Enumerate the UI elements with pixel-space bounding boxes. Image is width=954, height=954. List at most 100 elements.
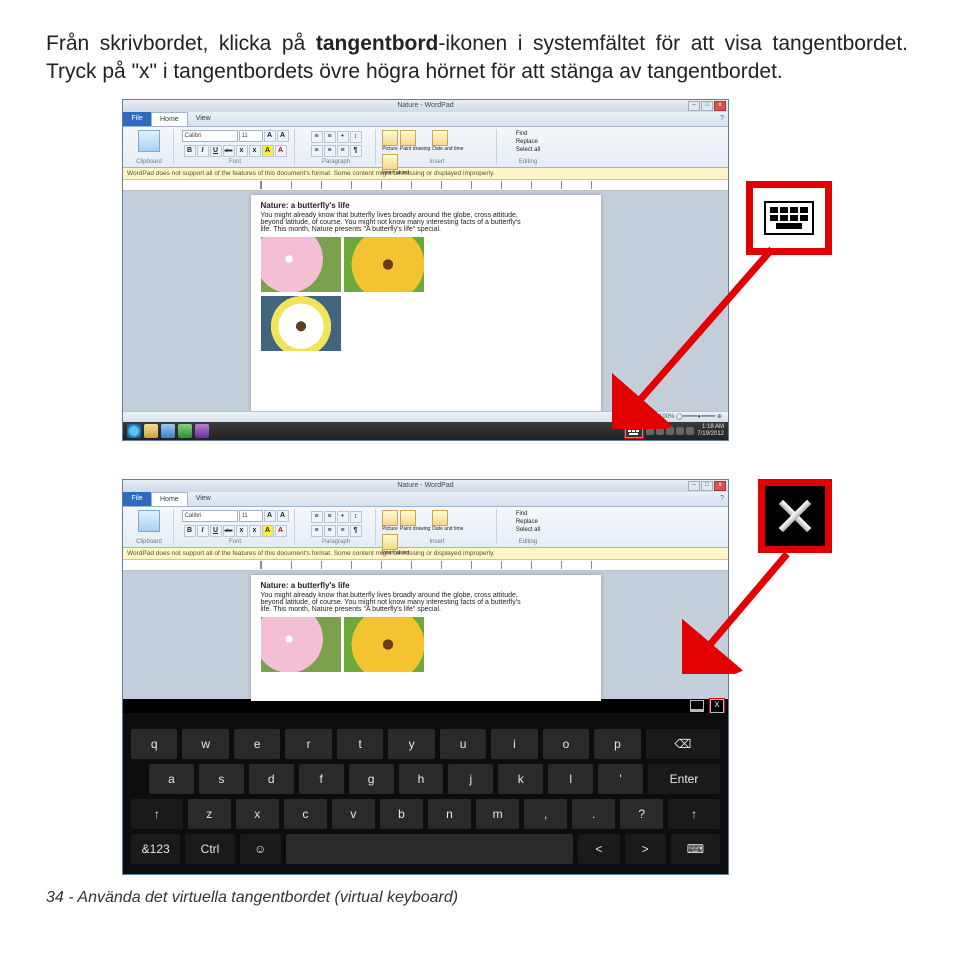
key-backspace[interactable]: ⌫ [646,729,720,759]
tray-icon[interactable] [666,427,674,435]
find-button[interactable]: Find [516,130,540,138]
key-w[interactable]: w [182,729,228,759]
key-question[interactable]: ? [620,799,663,829]
superscript-button[interactable]: x [249,525,261,537]
font-size-input[interactable]: 11 [239,130,263,142]
key-r[interactable]: r [285,729,331,759]
taskbar-clock[interactable]: 1:18 AM 7/19/2012 [697,424,724,438]
tab-view[interactable]: View [188,112,219,126]
tray-icon[interactable] [676,427,684,435]
taskbar-ie-icon[interactable] [127,424,141,438]
key-t[interactable]: t [337,729,383,759]
key-v[interactable]: v [332,799,375,829]
find-button[interactable]: Find [516,510,540,518]
grow-font-icon[interactable]: A [264,510,276,522]
file-tab[interactable]: File [123,492,151,506]
key-f[interactable]: f [299,764,344,794]
file-tab[interactable]: File [123,112,151,126]
close-button[interactable]: x [714,481,726,491]
insert-date-icon[interactable] [432,130,448,146]
key-y[interactable]: y [388,729,434,759]
key-h[interactable]: h [399,764,444,794]
key-period[interactable]: . [572,799,615,829]
selectall-button[interactable]: Select all [516,146,540,154]
font-name-input[interactable]: Calibri [182,130,238,142]
grow-font-icon[interactable]: A [264,130,276,142]
font-name-input[interactable]: Calibri [182,510,238,522]
highlight-button[interactable]: A [262,525,274,537]
highlight-button[interactable]: A [262,145,274,157]
italic-button[interactable]: I [197,145,209,157]
fontcolor-button[interactable]: A [275,525,287,537]
align-right-icon[interactable]: ≡ [337,145,349,157]
replace-button[interactable]: Replace [516,138,540,146]
superscript-button[interactable]: x [249,145,261,157]
insert-picture-icon[interactable] [382,130,398,146]
osk-close-icon[interactable]: x [710,699,724,713]
keyboard-tray-icon[interactable] [625,424,643,438]
minimize-button[interactable]: – [688,481,700,491]
key-comma[interactable]: , [524,799,567,829]
key-space[interactable] [286,834,574,864]
linespacing-icon[interactable]: ↕ [350,131,362,143]
indent-dec-icon[interactable]: ≡ [311,131,323,143]
fontcolor-button[interactable]: A [275,145,287,157]
align-center-icon[interactable]: ≡ [324,145,336,157]
key-a[interactable]: a [149,764,194,794]
indent-inc-icon[interactable]: ≡ [324,131,336,143]
key-n[interactable]: n [428,799,471,829]
key-m[interactable]: m [476,799,519,829]
document-area[interactable]: Nature: a butterfly's life You might alr… [123,571,728,701]
key-g[interactable]: g [349,764,394,794]
key-q[interactable]: q [131,729,177,759]
key-kbdlayout[interactable]: ⌨ [671,834,720,864]
strike-button[interactable]: abc [223,525,235,537]
key-numsym[interactable]: &123 [131,834,180,864]
maximize-button[interactable]: □ [701,481,713,491]
tab-home[interactable]: Home [151,112,188,126]
insert-paint-icon[interactable] [400,130,416,146]
insert-date-icon[interactable] [432,510,448,526]
key-z[interactable]: z [188,799,231,829]
tray-icon[interactable] [646,427,654,435]
paste-icon[interactable] [138,130,160,152]
help-icon[interactable]: ? [712,112,728,126]
replace-button[interactable]: Replace [516,518,540,526]
tray-icon[interactable] [656,427,664,435]
bold-button[interactable]: B [184,525,196,537]
tray-icon[interactable] [686,427,694,435]
key-shift-right[interactable]: ↑ [668,799,720,829]
bold-button[interactable]: B [184,145,196,157]
taskbar-explorer-icon[interactable] [144,424,158,438]
key-p[interactable]: p [594,729,640,759]
key-o[interactable]: o [543,729,589,759]
shrink-font-icon[interactable]: A [277,130,289,142]
key-emoji[interactable]: ☺ [240,834,281,864]
taskbar-app-icon[interactable] [195,424,209,438]
tab-home[interactable]: Home [151,492,188,506]
key-d[interactable]: d [249,764,294,794]
insert-paint-icon[interactable] [400,510,416,526]
key-enter[interactable]: Enter [648,764,720,794]
key-e[interactable]: e [234,729,280,759]
key-apostrophe[interactable]: ' [598,764,643,794]
subscript-button[interactable]: x [236,145,248,157]
key-ctrl[interactable]: Ctrl [185,834,234,864]
insert-picture-icon[interactable] [382,510,398,526]
strike-button[interactable]: abc [223,145,235,157]
bullets-icon[interactable]: • [337,131,349,143]
key-x[interactable]: x [236,799,279,829]
key-u[interactable]: u [440,729,486,759]
help-icon[interactable]: ? [712,492,728,506]
underline-button[interactable]: U [210,145,222,157]
underline-button[interactable]: U [210,525,222,537]
paragraph-icon[interactable]: ¶ [350,145,362,157]
italic-button[interactable]: I [197,525,209,537]
osk-dock-icon[interactable] [690,700,704,712]
taskbar-app-icon[interactable] [178,424,192,438]
shrink-font-icon[interactable]: A [277,510,289,522]
close-button[interactable]: x [714,101,726,111]
key-left[interactable]: < [578,834,619,864]
selectall-button[interactable]: Select all [516,526,540,534]
maximize-button[interactable]: □ [701,101,713,111]
